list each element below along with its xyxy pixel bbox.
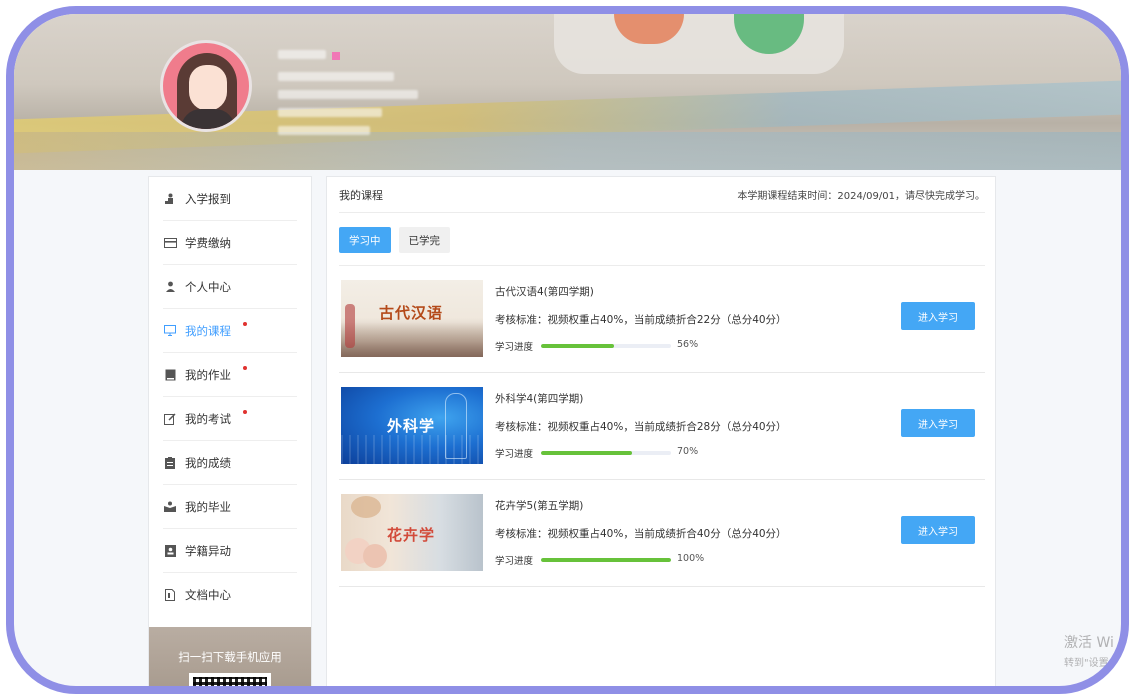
qr-caption: 扫一扫下载手机应用 <box>178 650 282 664</box>
courses-panel: 我的课程 本学期课程结束时间：2024/09/01，请尽快完成学习。 学习中 已… <box>326 176 996 686</box>
app-download-panel: 扫一扫下载手机应用 <box>149 627 311 686</box>
blurred-user-info <box>278 72 394 81</box>
sidebar-item-enrollment[interactable]: 入学报到 <box>163 177 297 221</box>
sidebar-item-label: 我的作业 <box>185 367 231 382</box>
book-icon <box>163 368 177 382</box>
course-thumbnail[interactable]: 古代汉语 <box>341 280 483 357</box>
activation-watermark: 激活 Wi 转到"设置 <box>1064 632 1114 669</box>
course-name: 花卉学5(第五学期) <box>495 500 584 512</box>
tab-in-progress[interactable]: 学习中 <box>339 227 391 253</box>
qr-code[interactable] <box>189 673 271 686</box>
sidebar-item-my-graduation[interactable]: 我的毕业 <box>163 485 297 529</box>
sidebar: 入学报到 学费缴纳 个人中心 我的课程 我的作业 我的考试 我的成绩 我的毕业 … <box>148 176 312 686</box>
profile-banner <box>14 14 1121 170</box>
course-item: 外科学 外科学4(第四学期) 考核标准：视频权重占40%，当前成绩折合28分（总… <box>339 373 985 480</box>
graduation-icon <box>163 500 177 514</box>
progress-label: 学习进度 <box>495 449 534 460</box>
course-standard: 考核标准：视频权重占40%，当前成绩折合40分（总分40分） <box>495 528 787 540</box>
progress-percent: 56% <box>677 339 699 350</box>
panel-header: 我的课程 本学期课程结束时间：2024/09/01，请尽快完成学习。 <box>339 177 985 213</box>
sidebar-item-personal-center[interactable]: 个人中心 <box>163 265 297 309</box>
sidebar-item-status-change[interactable]: 学籍异动 <box>163 529 297 573</box>
course-standard: 考核标准：视频权重占40%，当前成绩折合22分（总分40分） <box>495 314 787 326</box>
avatar[interactable] <box>160 40 252 132</box>
term-notice: 本学期课程结束时间：2024/09/01，请尽快完成学习。 <box>737 191 985 202</box>
progress-percent: 100% <box>677 553 705 564</box>
progress-label: 学习进度 <box>495 556 534 567</box>
sidebar-item-label: 入学报到 <box>185 191 231 206</box>
sidebar-item-label: 学籍异动 <box>185 543 231 558</box>
sidebar-item-label: 我的课程 <box>185 323 231 338</box>
blurred-user-info <box>278 90 418 99</box>
sidebar-item-my-courses[interactable]: 我的课程 <box>163 309 297 353</box>
thumbnail-title: 外科学 <box>387 417 436 435</box>
sidebar-item-label: 我的考试 <box>185 411 231 426</box>
page-title: 我的课程 <box>339 188 383 202</box>
watermark-line: 转到"设置 <box>1064 658 1109 669</box>
sidebar-item-label: 个人中心 <box>185 279 231 294</box>
course-standard: 考核标准：视频权重占40%，当前成绩折合28分（总分40分） <box>495 421 787 433</box>
course-thumbnail[interactable]: 外科学 <box>341 387 483 464</box>
enter-study-button[interactable]: 进入学习 <box>901 302 975 330</box>
course-name: 外科学4(第四学期) <box>495 393 584 405</box>
course-tabs: 学习中 已学完 <box>339 227 450 253</box>
blurred-user-info <box>278 126 370 135</box>
progress-bar <box>541 451 671 455</box>
user-icon <box>163 280 177 294</box>
notification-badge <box>243 322 247 326</box>
enter-study-button[interactable]: 进入学习 <box>901 409 975 437</box>
person-stand-icon <box>163 192 177 206</box>
notification-badge <box>243 366 247 370</box>
sidebar-item-my-homework[interactable]: 我的作业 <box>163 353 297 397</box>
sidebar-item-my-grades[interactable]: 我的成绩 <box>163 441 297 485</box>
sidebar-item-document-center[interactable]: 文档中心 <box>163 573 297 617</box>
sidebar-item-label: 我的毕业 <box>185 499 231 514</box>
progress-label: 学习进度 <box>495 342 534 353</box>
screen-frame: 入学报到 学费缴纳 个人中心 我的课程 我的作业 我的考试 我的成绩 我的毕业 … <box>6 6 1129 694</box>
thumbnail-title: 古代汉语 <box>379 304 444 322</box>
course-item: 花卉学 花卉学5(第五学期) 考核标准：视频权重占40%，当前成绩折合40分（总… <box>339 480 985 587</box>
course-item: 古代汉语 古代汉语4(第四学期) 考核标准：视频权重占40%，当前成绩折合22分… <box>339 266 985 373</box>
sidebar-item-label: 文档中心 <box>185 588 231 602</box>
banner-decoration <box>14 132 1121 170</box>
tab-completed[interactable]: 已学完 <box>398 227 450 253</box>
sidebar-item-tuition[interactable]: 学费缴纳 <box>163 221 297 265</box>
sidebar-item-label: 学费缴纳 <box>185 235 231 250</box>
progress-percent: 70% <box>677 446 699 457</box>
course-name: 古代汉语4(第四学期) <box>495 286 594 298</box>
document-icon <box>163 588 177 602</box>
clipboard-icon <box>163 456 177 470</box>
course-thumbnail[interactable]: 花卉学 <box>341 494 483 571</box>
sidebar-item-my-exams[interactable]: 我的考试 <box>163 397 297 441</box>
card-icon <box>163 236 177 250</box>
id-card-icon <box>163 544 177 558</box>
monitor-icon <box>163 324 177 338</box>
thumbnail-title: 花卉学 <box>387 526 436 544</box>
notification-badge <box>243 410 247 414</box>
watermark-line: 激活 Wi <box>1064 635 1114 651</box>
enter-study-button[interactable]: 进入学习 <box>901 516 975 544</box>
edit-icon <box>163 412 177 426</box>
progress-bar <box>541 558 671 562</box>
progress-bar <box>541 344 671 348</box>
blurred-user-info <box>278 108 382 117</box>
blurred-user-info <box>278 50 326 59</box>
sidebar-item-label: 我的成绩 <box>185 455 231 470</box>
blurred-user-info <box>332 52 340 60</box>
